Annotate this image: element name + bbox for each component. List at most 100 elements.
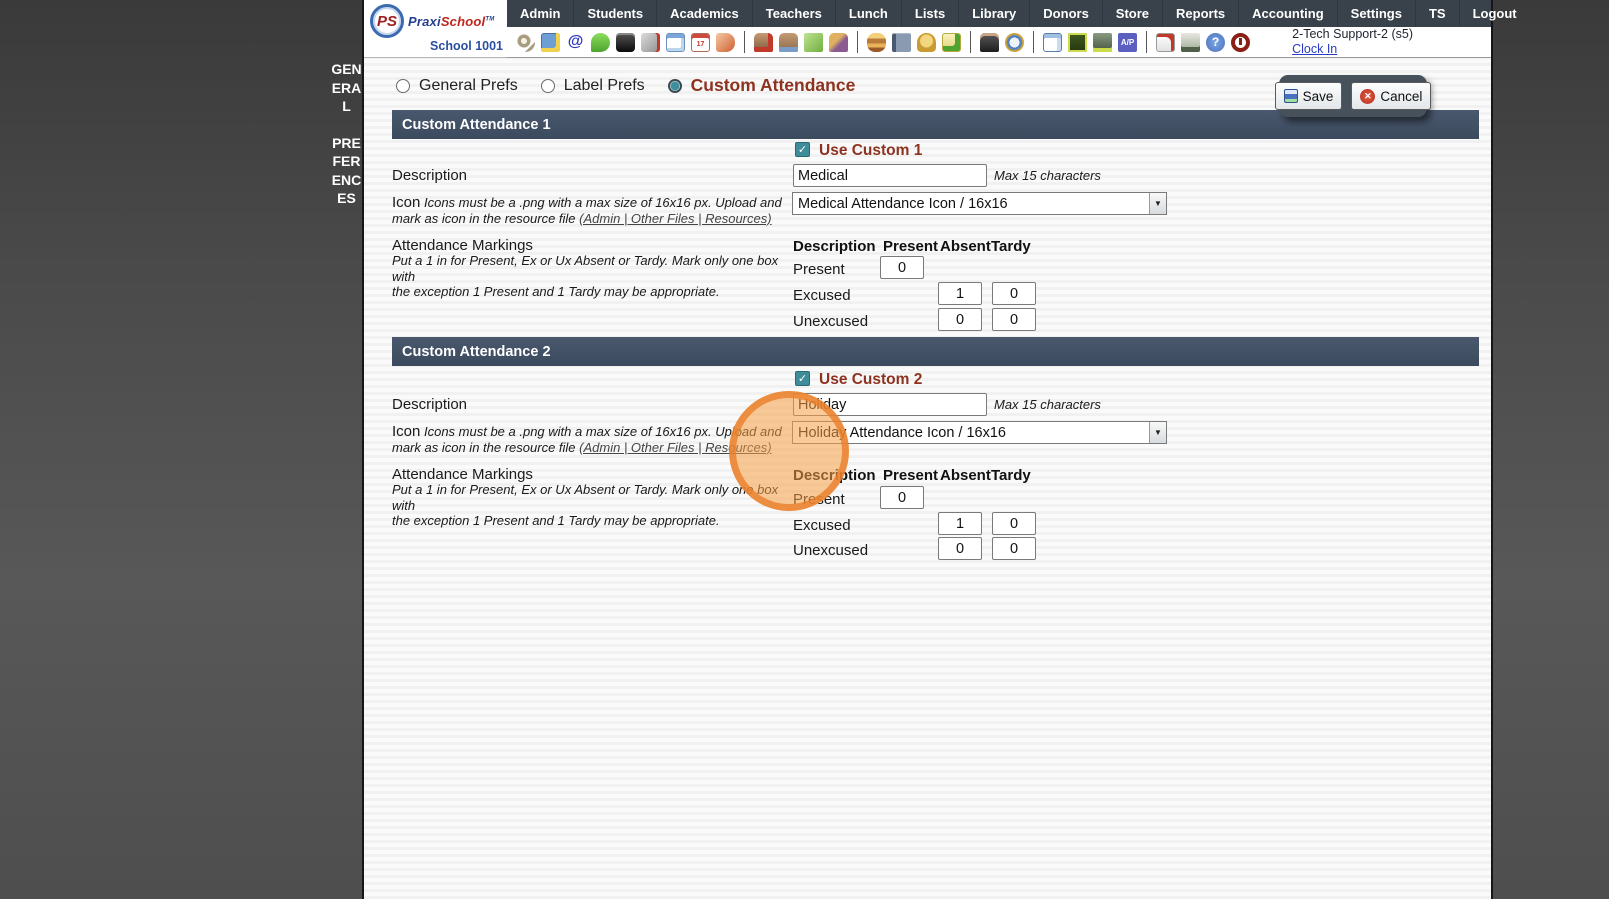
nav-tab-ts[interactable]: TS	[1414, 0, 1459, 27]
chat-icon[interactable]	[591, 32, 610, 52]
nurse-icon[interactable]	[754, 32, 773, 52]
custom-attendance-radio[interactable]	[667, 78, 682, 93]
nav-tab-donors[interactable]: Donors	[1029, 0, 1102, 27]
nav-tab-teachers[interactable]: Teachers	[751, 0, 835, 27]
description-input-2[interactable]	[793, 393, 987, 416]
markings-help-text: Put a 1 in for Present, Ex or Ux Absent …	[392, 253, 792, 300]
max-chars-hint: Max 15 characters	[994, 397, 1101, 412]
label-prefs-label[interactable]: Label Prefs	[564, 77, 645, 95]
excused-tardy-input-2[interactable]	[992, 512, 1036, 535]
sidebar-word-gap	[330, 116, 363, 134]
megaphone-icon[interactable]	[716, 32, 735, 52]
resources-link[interactable]: (Admin | Other Files | Resources)	[579, 211, 771, 226]
parent-icon[interactable]	[779, 32, 798, 52]
speaker-icon[interactable]	[641, 32, 660, 52]
nav-tab-academics[interactable]: Academics	[656, 0, 752, 27]
staff-icon[interactable]	[980, 32, 999, 52]
nav-tab-students[interactable]: Students	[573, 0, 656, 27]
binder-icon[interactable]	[892, 32, 911, 52]
power-icon[interactable]	[1231, 32, 1250, 52]
use-custom-1-checkbox[interactable]: ✓	[795, 142, 810, 157]
nav-tab-settings[interactable]: Settings	[1336, 0, 1415, 27]
icon-select-2[interactable]: Holiday Attendance Icon / 16x16 ▼	[792, 421, 1167, 444]
content-area: PS PraxiSchoolTM School 1001 Admin Stude…	[362, 0, 1517, 899]
apps-grid-icon[interactable]	[541, 32, 560, 52]
search-icon[interactable]	[516, 32, 535, 52]
save-disk-icon	[1283, 89, 1298, 103]
lunch-icon[interactable]	[867, 32, 886, 52]
present-present-input[interactable]	[880, 256, 924, 279]
nav-tab-library[interactable]: Library	[958, 0, 1029, 27]
praxischool-app: GENERAL PREFERENCES PS PraxiSchoolTM Sch…	[0, 0, 1609, 899]
logo[interactable]: PS PraxiSchoolTM School 1001	[364, 0, 507, 58]
nav-tab-lunch[interactable]: Lunch	[834, 0, 901, 27]
nav-tab-reports[interactable]: Reports	[1162, 0, 1238, 27]
col-header-tardy: Tardy	[991, 238, 1031, 255]
nav-tab-accounting[interactable]: Accounting	[1238, 0, 1337, 27]
label-prefs-radio[interactable]	[540, 78, 555, 93]
save-button[interactable]: Save	[1274, 82, 1343, 110]
calendar-icon[interactable]	[666, 32, 685, 52]
general-prefs-label[interactable]: General Prefs	[419, 77, 518, 95]
unexcused-absent-input-2[interactable]	[938, 537, 982, 560]
user-info: 2-Tech Support-2 (s5) Clock In	[1292, 27, 1413, 57]
spreadsheet-icon[interactable]	[1043, 32, 1062, 52]
chevron-down-icon: ▼	[1149, 422, 1166, 443]
unexcused-tardy-input-2[interactable]	[992, 537, 1036, 560]
icon-label: Icon	[392, 423, 421, 440]
row-label-present: Present	[793, 261, 845, 278]
cancel-button[interactable]: ✕ Cancel	[1351, 82, 1432, 110]
bell-icon[interactable]	[917, 32, 936, 52]
icon-label: Icon	[392, 194, 421, 211]
description-label: Description	[392, 167, 468, 184]
sidebar-word-preferences: PREFERENCES	[331, 134, 362, 207]
accounts-payable-icon[interactable]: A/P	[1118, 32, 1137, 52]
pdf-icon[interactable]	[1156, 32, 1175, 52]
excused-tardy-input[interactable]	[992, 282, 1036, 305]
icon-help-line1: Icons must be a .png with a max size of …	[423, 424, 782, 439]
use-custom-2-checkbox[interactable]: ✓	[795, 371, 810, 386]
section-title: Custom Attendance 1	[402, 116, 551, 133]
trademark: TM	[485, 16, 495, 23]
icon-help-text: Icon Icons must be a .png with a max siz…	[392, 195, 792, 226]
icon-select[interactable]: Medical Attendance Icon / 16x16 ▼	[792, 192, 1167, 215]
clock-in-link[interactable]: Clock In	[1292, 42, 1337, 56]
cash-register-icon[interactable]	[1093, 32, 1112, 52]
email-icon[interactable]: @	[566, 32, 585, 52]
brand-name: PraxiSchoolTM	[408, 14, 494, 29]
nav-tab-lists[interactable]: Lists	[900, 0, 958, 27]
excused-absent-input[interactable]	[938, 282, 982, 305]
resources-link[interactable]: (Admin | Other Files | Resources)	[579, 440, 771, 455]
alarm-clock-icon[interactable]	[1005, 32, 1024, 52]
nav-tab-admin[interactable]: Admin	[507, 0, 573, 27]
check-payment-icon[interactable]	[1068, 32, 1087, 52]
unexcused-tardy-input[interactable]	[992, 308, 1036, 331]
col-header-absent: Absent	[940, 238, 991, 255]
col-header-present: Present	[883, 238, 939, 255]
help-icon[interactable]: ?	[1206, 32, 1225, 52]
phone-icon[interactable]	[616, 32, 635, 52]
top-navbar: Admin Students Academics Teachers Lunch …	[507, 0, 1517, 27]
unexcused-absent-input[interactable]	[938, 308, 982, 331]
attendance-markings-label: Attendance Markings	[392, 237, 533, 254]
markings-help-line2: the exception 1 Present and 1 Tardy may …	[392, 284, 720, 299]
print-icon[interactable]	[1181, 32, 1200, 52]
row-label-excused: Excused	[793, 287, 851, 304]
excused-absent-input-2[interactable]	[938, 512, 982, 535]
present-present-input-2[interactable]	[880, 486, 924, 509]
cancel-x-icon: ✕	[1360, 88, 1376, 104]
calendar-date-icon[interactable]: 17	[691, 32, 710, 52]
family-icon[interactable]	[829, 32, 848, 52]
col-header-tardy: Tardy	[991, 467, 1031, 484]
description-input[interactable]	[793, 164, 987, 187]
row-label-unexcused: Unexcused	[793, 542, 869, 559]
general-prefs-radio[interactable]	[396, 78, 410, 93]
nav-tab-logout[interactable]: Logout	[1458, 0, 1530, 27]
custom-attendance-label[interactable]: Custom Attendance	[691, 75, 856, 96]
toolbar-separator	[744, 31, 745, 53]
tickets-icon[interactable]	[804, 32, 823, 52]
col-header-present: Present	[883, 467, 939, 484]
note-send-icon[interactable]	[942, 32, 961, 52]
toolbar-separator	[970, 31, 971, 53]
nav-tab-store[interactable]: Store	[1101, 0, 1162, 27]
